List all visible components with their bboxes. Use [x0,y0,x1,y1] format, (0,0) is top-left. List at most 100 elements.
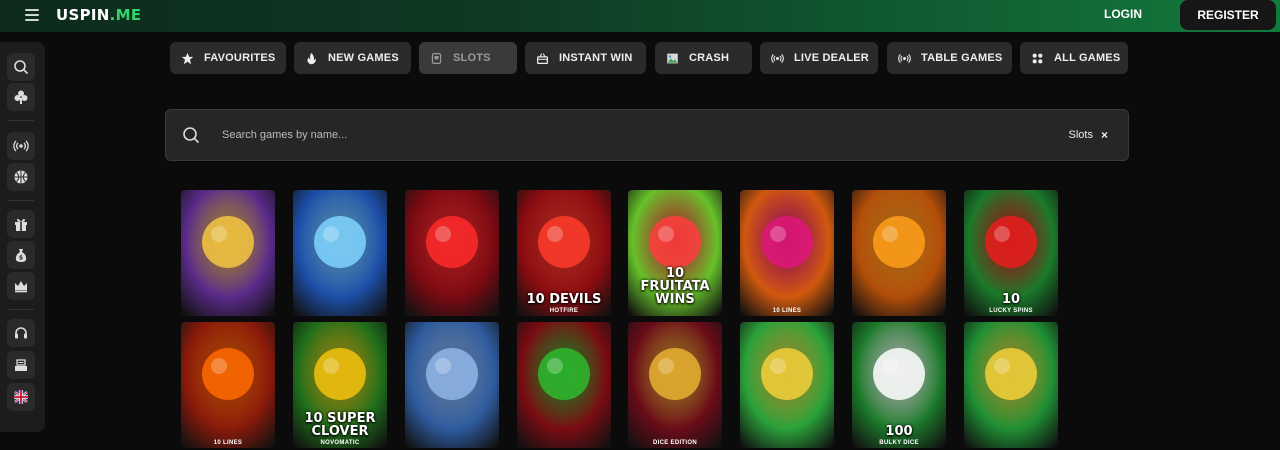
sidebar-language-button[interactable] [7,383,35,411]
game-tile[interactable]: 10 LINES [740,190,834,316]
game-tile[interactable]: 100 BULKY DICE [852,322,946,448]
headset-icon [15,327,27,339]
game-tile[interactable]: 10 SUPER CLOVER NOVOMATIC [293,322,387,448]
game-thumbnail [964,322,1058,448]
tab-label: ALL GAMES [1054,52,1121,64]
game-tile[interactable] [517,322,611,448]
tab-table-games[interactable]: TABLE GAMES [887,42,1012,74]
tab-favourites[interactable]: FAVOURITES [170,42,286,74]
game-thumbnail [181,190,275,316]
tab-label: INSTANT WIN [559,52,633,64]
game-thumbnail [852,190,946,316]
tab-live-dealer[interactable]: LIVE DEALER [760,42,878,74]
game-thumbnail [181,322,275,448]
tab-crash[interactable]: CRASH [655,42,752,74]
top-bar: USPIN.ME LOGIN REGISTER [0,0,1280,32]
menu-icon[interactable] [25,9,39,21]
tab-label: NEW GAMES [328,52,399,64]
tab-label: FAVOURITES [204,52,276,64]
game-subtitle: BULKY DICE [879,440,919,446]
sidebar-divider [8,120,34,121]
game-thumbnail [740,190,834,316]
game-tile[interactable]: DICE EDITION [628,322,722,448]
gift-icon [15,218,27,231]
game-thumbnail [740,322,834,448]
game-tile[interactable] [181,190,275,316]
game-tile[interactable] [964,322,1058,448]
sidebar-cashier-button[interactable] [7,351,35,379]
money-bag-icon: $ [15,249,27,262]
game-tile[interactable]: 10 DEVILS HOTFIRE [517,190,611,316]
logo[interactable]: USPIN.ME [56,6,141,24]
tab-new-games[interactable]: NEW GAMES [294,42,411,74]
broadcast-icon [770,51,784,65]
filter-label: Slots [1068,129,1093,141]
slots-filter-chip[interactable]: Slots × [1069,128,1108,142]
search-icon [14,60,29,75]
logo-main: USPIN [56,6,110,24]
game-tile[interactable] [740,322,834,448]
game-subtitle: 10 LINES [772,308,802,314]
crown-icon [15,281,27,293]
search-input[interactable] [222,124,922,146]
game-tile[interactable]: 10 LINES [181,322,275,448]
search-bar: Slots × [165,109,1129,161]
svg-text:$: $ [19,255,23,262]
sidebar-money-button[interactable]: $ [7,241,35,269]
tab-label: CRASH [689,52,730,64]
sidebar: $ [0,42,45,432]
basket-icon [535,51,549,65]
game-tile[interactable] [852,190,946,316]
broadcast-icon [897,51,911,65]
sidebar-vip-button[interactable] [7,272,35,300]
game-thumbnail [293,190,387,316]
close-icon[interactable]: × [1101,128,1108,142]
tab-slots[interactable]: SLOTS [419,42,517,74]
tab-label: TABLE GAMES [921,52,1003,64]
tab-all-games[interactable]: ALL GAMES [1020,42,1128,74]
tab-instant-win[interactable]: INSTANT WIN [525,42,646,74]
grid-icon [1030,51,1044,65]
slot-icon [429,51,443,65]
search-icon [183,127,200,144]
game-tile[interactable] [405,322,499,448]
register-button[interactable]: REGISTER [1180,0,1276,30]
logo-accent: .ME [109,6,142,24]
game-subtitle: LUCKY SPINS [989,308,1033,314]
game-title: 10 DEVILS [526,292,602,307]
game-thumbnail [405,190,499,316]
cashier-icon [15,359,27,371]
login-button[interactable]: LOGIN [1094,0,1152,28]
sidebar-sports-button[interactable] [7,163,35,191]
sidebar-live-button[interactable] [7,132,35,160]
image-icon [665,51,679,65]
sidebar-promotions-button[interactable] [7,210,35,238]
sidebar-support-button[interactable] [7,319,35,347]
broadcast-icon [13,140,29,152]
game-tile[interactable]: 10 LUCKY SPINS [964,190,1058,316]
game-tile[interactable] [405,190,499,316]
flame-icon [304,51,318,65]
game-subtitle: NOVOMATIC [320,440,360,446]
game-tile[interactable] [293,190,387,316]
sidebar-divider [8,309,34,310]
star-icon [180,51,194,65]
game-title: 100 [885,424,913,439]
uk-flag-icon [14,390,28,404]
club-icon [14,90,28,104]
game-subtitle: 10 LINES [213,440,243,446]
sidebar-divider [8,200,34,201]
game-thumbnail [405,322,499,448]
tab-label: LIVE DEALER [794,52,869,64]
game-tile[interactable]: 10 FRUITATA WINS [628,190,722,316]
basketball-icon [14,170,28,184]
tab-label: SLOTS [453,52,491,64]
game-subtitle: HOTFIRE [549,308,579,314]
game-thumbnail [628,322,722,448]
game-thumbnail [517,322,611,448]
sidebar-casino-button[interactable] [7,83,35,111]
game-title: 10 SUPER CLOVER [304,411,376,439]
game-subtitle: DICE EDITION [653,440,697,446]
sidebar-search-button[interactable] [7,53,35,81]
game-title: 10 FRUITATA WINS [640,266,710,307]
